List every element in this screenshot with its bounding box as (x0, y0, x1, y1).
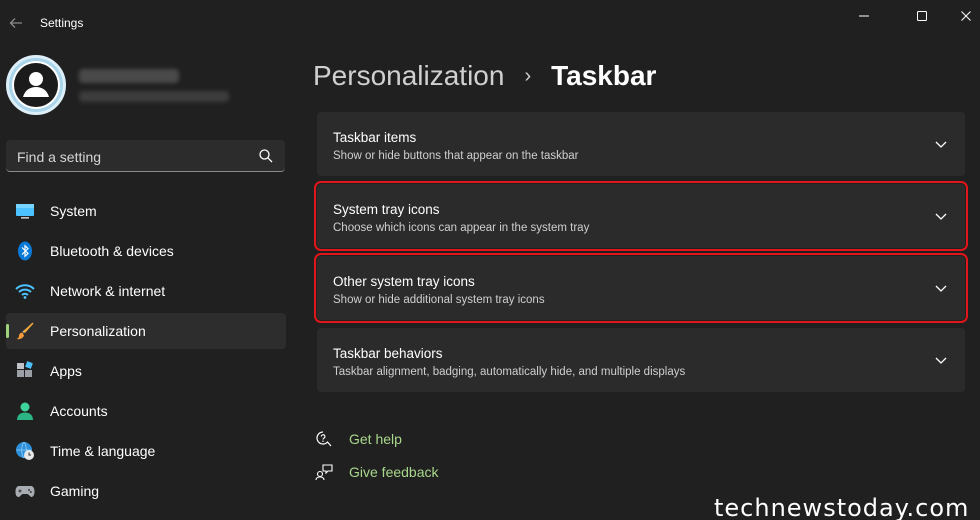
monitor-icon (16, 204, 34, 219)
avatar (6, 55, 66, 115)
search-placeholder: Find a setting (17, 149, 102, 165)
setting-card-taskbar-behaviors[interactable]: Taskbar behaviors Taskbar alignment, bad… (317, 328, 965, 392)
card-description: Choose which icons can appear in the sys… (333, 222, 590, 234)
give-feedback-link[interactable]: Give feedback (315, 461, 515, 494)
setting-card-other-system-tray-icons[interactable]: Other system tray icons Show or hide add… (314, 253, 968, 323)
maximize-button[interactable] (910, 6, 934, 26)
card-title: System tray icons (333, 202, 440, 217)
sidebar-item-label: Time & language (50, 443, 156, 459)
sidebar-item-label: Personalization (50, 323, 146, 339)
minimize-icon (859, 15, 869, 17)
breadcrumb-separator-icon: › (524, 64, 532, 87)
breadcrumb-parent[interactable]: Personalization (313, 60, 504, 92)
card-title: Taskbar behaviors (333, 346, 443, 361)
sidebar-item-apps[interactable]: Apps (6, 353, 286, 389)
bluetooth-icon (18, 241, 32, 261)
breadcrumb: Personalization › Taskbar (313, 56, 656, 96)
close-button[interactable] (954, 6, 978, 26)
sidebar-item-gaming[interactable]: Gaming (6, 473, 286, 509)
gamepad-icon (15, 486, 35, 497)
card-title: Taskbar items (333, 130, 417, 145)
link-label: Get help (349, 431, 402, 447)
apps-icon (17, 361, 33, 377)
search-icon (259, 149, 273, 163)
setting-card-system-tray-icons[interactable]: System tray icons Choose which icons can… (314, 181, 968, 251)
help-icon (316, 431, 332, 447)
sidebar-item-label: System (50, 203, 97, 219)
sidebar-item-time-language[interactable]: Time & language (6, 433, 286, 469)
setting-card-taskbar-items[interactable]: Taskbar items Show or hide buttons that … (317, 112, 965, 176)
chevron-down-icon[interactable] (933, 208, 949, 224)
card-title: Other system tray icons (333, 274, 475, 289)
user-name-blurred (79, 69, 179, 83)
card-description: Show or hide buttons that appear on the … (333, 150, 579, 162)
sidebar-item-label: Gaming (50, 483, 100, 499)
close-icon (961, 11, 971, 21)
globe-clock-icon (16, 441, 34, 460)
chevron-down-icon[interactable] (933, 280, 949, 296)
maximize-icon (917, 11, 927, 21)
minimize-button[interactable] (852, 6, 876, 26)
chevron-down-icon[interactable] (933, 352, 949, 368)
link-label: Give feedback (349, 464, 439, 480)
brush-icon (16, 322, 34, 340)
settings-window: Settings Find a setting System Bluetooth… (0, 0, 980, 520)
settings-cards: Taskbar items Show or hide buttons that … (314, 112, 968, 400)
sidebar-item-system[interactable]: System (6, 193, 286, 229)
app-title: Settings (40, 16, 84, 30)
help-links: Get help Give feedback (315, 428, 515, 494)
search-input[interactable]: Find a setting (6, 140, 285, 172)
sidebar-nav: System Bluetooth & devices Network & int… (6, 193, 286, 513)
back-arrow-icon (9, 18, 22, 28)
sidebar-item-network[interactable]: Network & internet (6, 273, 286, 309)
sidebar-item-label: Apps (50, 363, 82, 379)
watermark: technewstoday.com (714, 494, 970, 520)
user-email-blurred (79, 91, 229, 102)
person-icon (17, 402, 33, 420)
sidebar-item-label: Bluetooth & devices (50, 243, 174, 259)
card-description: Show or hide additional system tray icon… (333, 294, 545, 306)
back-button[interactable] (5, 12, 27, 34)
title-bar: Settings (0, 0, 980, 46)
sidebar-item-label: Accounts (50, 403, 108, 419)
get-help-link[interactable]: Get help (315, 428, 515, 461)
sidebar-item-personalization[interactable]: Personalization (6, 313, 286, 349)
user-profile[interactable] (6, 55, 276, 117)
sidebar-item-accounts[interactable]: Accounts (6, 393, 286, 429)
card-description: Taskbar alignment, badging, automaticall… (333, 366, 686, 378)
wifi-icon (15, 284, 35, 299)
feedback-icon (315, 464, 333, 481)
chevron-down-icon[interactable] (933, 136, 949, 152)
sidebar-item-label: Network & internet (50, 283, 166, 299)
sidebar-item-bluetooth[interactable]: Bluetooth & devices (6, 233, 286, 269)
user-silhouette-icon (12, 61, 60, 109)
page-title: Taskbar (551, 60, 657, 91)
